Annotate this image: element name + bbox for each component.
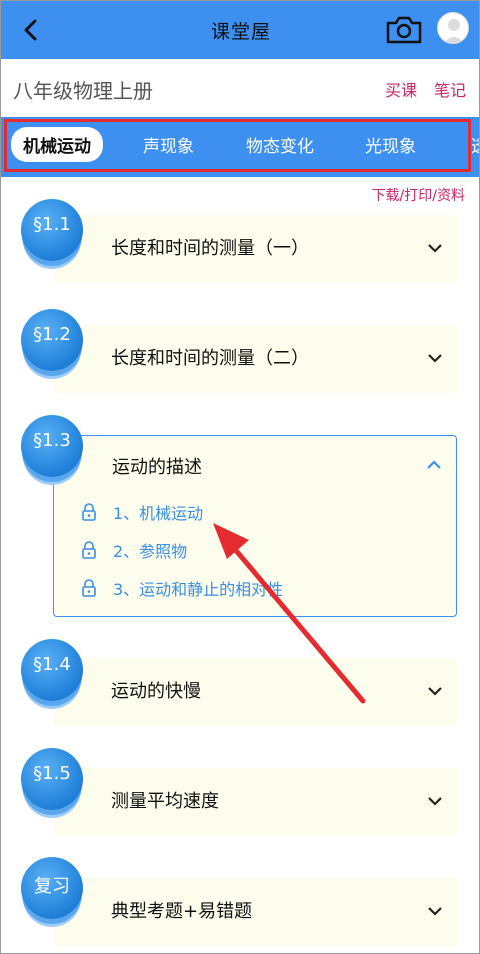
book-title: 八年级物理上册	[13, 79, 153, 103]
chevron-down-icon[interactable]	[427, 243, 443, 253]
chapter-card-1-1[interactable]: 长度和时间的测量（一）	[53, 215, 457, 283]
lesson-label: 1、机械运动	[113, 504, 204, 523]
chapter-title: 长度和时间的测量（一）	[111, 238, 309, 259]
tab-overflow-hint[interactable]: 透	[471, 132, 479, 157]
chapter-title: 测量平均速度	[111, 791, 219, 812]
buy-course-link[interactable]: 买课	[385, 77, 417, 101]
lesson-label: 2、参照物	[113, 542, 188, 561]
book-row: 八年级物理上册 买课 笔记	[1, 59, 479, 117]
top-bar: 课堂屋	[1, 1, 479, 59]
lesson-item[interactable]: 2、参照物	[81, 538, 187, 562]
download-print-link[interactable]: 下载/打印/资料	[372, 185, 465, 205]
camera-icon[interactable]	[385, 14, 423, 46]
lesson-label: 3、运动和静止的相对性	[113, 580, 284, 599]
chapter-badge: §1.4	[21, 639, 83, 701]
lesson-item[interactable]: 1、机械运动	[81, 500, 203, 524]
chapter-badge-label: 复习	[34, 876, 70, 897]
chevron-up-icon[interactable]	[426, 460, 442, 470]
chapter-badge-label: §1.4	[33, 654, 71, 675]
chevron-down-icon[interactable]	[427, 686, 443, 696]
chapter-badge: 复习	[21, 857, 83, 919]
lock-icon	[82, 579, 96, 597]
chevron-down-icon[interactable]	[427, 906, 443, 916]
app-screen: 课堂屋 八年级物理上册 买课 笔记 机械运动 声现象 物态变化 光现象 透 下载…	[0, 0, 480, 954]
chevron-down-icon[interactable]	[427, 796, 443, 806]
chapter-card-1-5[interactable]: 测量平均速度	[53, 768, 457, 836]
chapter-card-1-2[interactable]: 长度和时间的测量（二）	[53, 325, 457, 393]
chapter-card-1-4[interactable]: 运动的快慢	[53, 658, 457, 726]
chapter-title: 运动的快慢	[111, 681, 201, 702]
chevron-down-icon[interactable]	[427, 353, 443, 363]
avatar-icon	[443, 19, 465, 43]
annotation-highlight-box	[4, 119, 471, 172]
back-chevron-icon[interactable]	[15, 13, 47, 47]
chapter-badge: §1.5	[21, 748, 83, 810]
chapter-badge-label: §1.3	[33, 430, 71, 451]
chapter-badge-label: §1.2	[33, 324, 71, 345]
chapter-badge: §1.2	[21, 309, 83, 371]
lesson-item[interactable]: 3、运动和静止的相对性	[81, 576, 283, 600]
lock-icon	[82, 541, 96, 559]
chapter-badge-label: §1.5	[33, 763, 71, 784]
notes-link[interactable]: 笔记	[434, 77, 466, 101]
page-title: 课堂屋	[210, 20, 271, 43]
chapter-title: 运动的描述	[112, 457, 202, 478]
chapter-title: 长度和时间的测量（二）	[111, 348, 309, 369]
lock-icon	[82, 503, 96, 521]
chapter-badge-label: §1.1	[33, 214, 71, 235]
chapter-badge: §1.1	[21, 199, 83, 261]
avatar[interactable]	[437, 12, 469, 44]
chapter-badge: §1.3	[21, 415, 83, 477]
chapter-title: 典型考题+易错题	[111, 901, 253, 922]
chapter-card-review[interactable]: 典型考题+易错题	[53, 878, 457, 946]
